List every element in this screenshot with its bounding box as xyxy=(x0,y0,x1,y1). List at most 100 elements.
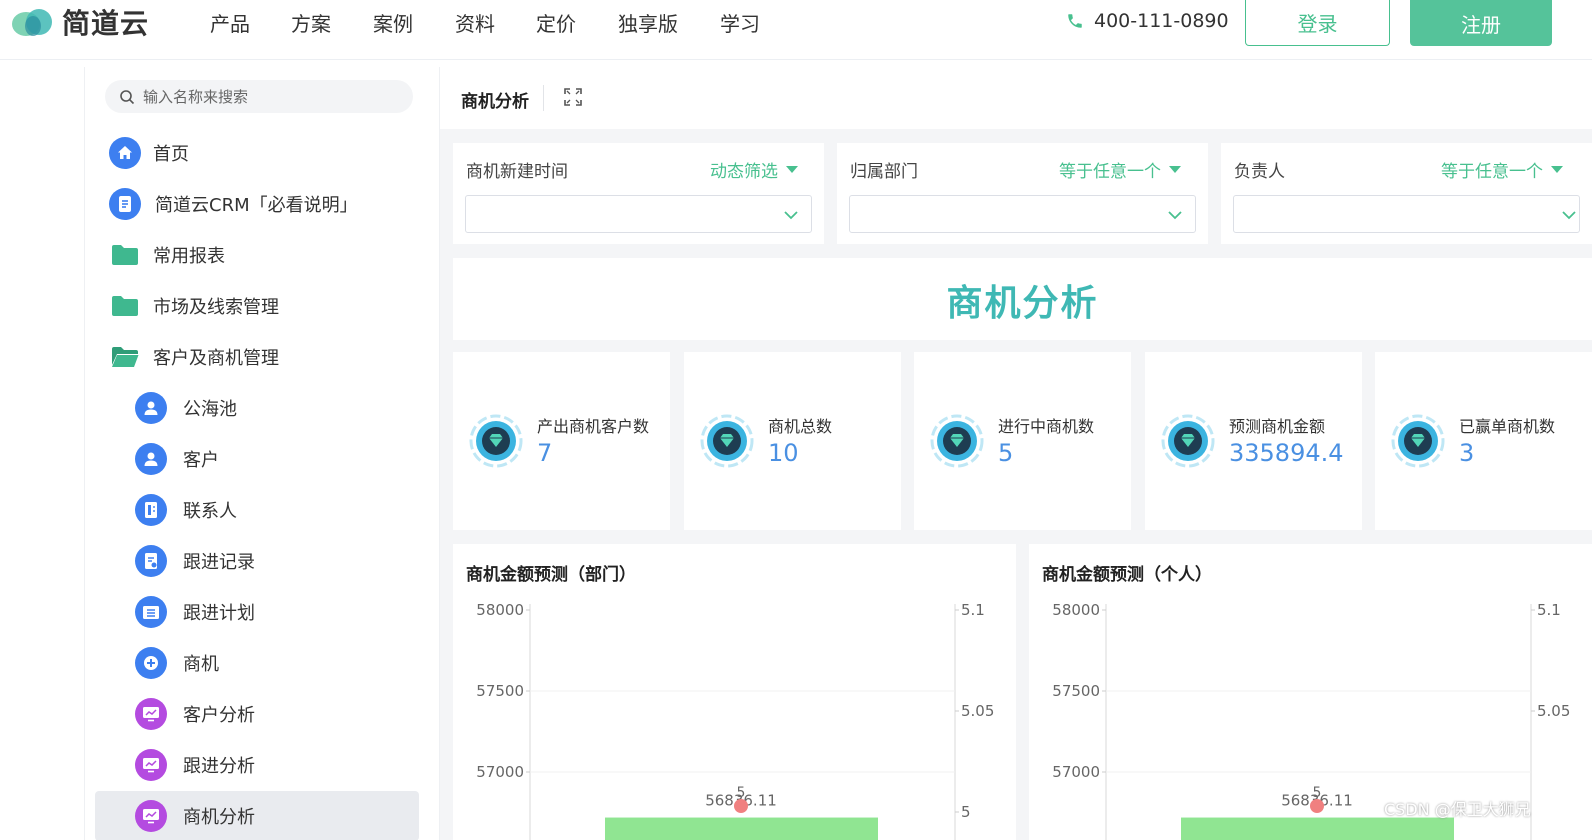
sidebar-item-contacts[interactable]: 联系人 xyxy=(85,488,441,532)
kpi-card: 已赢单商机数 3 xyxy=(1375,352,1592,530)
sidebar-item-home[interactable]: 首页 xyxy=(85,131,441,175)
kpi-value: 3 xyxy=(1459,439,1475,467)
folder-icon xyxy=(112,296,138,316)
chart-title: 商机金额预测（个人） xyxy=(1042,565,1212,585)
nav-exclusive[interactable]: 独享版 xyxy=(618,8,678,37)
nav-cases[interactable]: 案例 xyxy=(373,8,413,37)
diamond-icon xyxy=(469,414,523,468)
user-pool-icon xyxy=(135,392,167,424)
nav-learn[interactable]: 学习 xyxy=(720,8,760,37)
kpi-value: 10 xyxy=(768,439,799,467)
point-data-label: 5 xyxy=(737,785,746,801)
opportunity-icon xyxy=(135,647,167,679)
page-title: 商机分析 xyxy=(461,92,529,112)
user-icon xyxy=(135,443,167,475)
sidebar-item-label: 公海池 xyxy=(183,399,237,420)
phone-number: 400-111-0890 xyxy=(1094,10,1229,32)
caret-down-icon xyxy=(1551,166,1563,173)
kpi-label: 产出商机客户数 xyxy=(537,417,650,436)
sidebar-item-label: 简道云CRM「必看说明」 xyxy=(155,195,358,216)
brand-logo[interactable]: 简道云 xyxy=(10,4,149,40)
tick-label-left: 57000 xyxy=(476,763,524,781)
filter-label: 负责人 xyxy=(1234,162,1285,182)
kpi-card: 商机总数 10 xyxy=(684,352,901,530)
line-point xyxy=(734,799,748,813)
tick-label-right: 5.05 xyxy=(961,702,994,720)
sidebar-item-label: 商机分析 xyxy=(183,807,255,828)
sidebar-item-market-leads[interactable]: 市场及线索管理 xyxy=(85,284,441,328)
tick-label-left: 58000 xyxy=(1052,601,1100,619)
tick-label-left: 57000 xyxy=(1052,763,1100,781)
chart-icon xyxy=(135,698,167,730)
chevron-down-icon xyxy=(1562,211,1576,220)
banner-title: 商机分析 xyxy=(946,283,1099,324)
top-navbar: 简道云 产品 方案 案例 资料 定价 独享版 学习 400-111-0890 登… xyxy=(0,0,1592,60)
sidebar-item-crm-guide[interactable]: 简道云CRM「必看说明」 xyxy=(85,182,441,226)
header-divider xyxy=(543,85,544,111)
nav-product[interactable]: 产品 xyxy=(210,8,250,37)
sidebar-item-follow-records[interactable]: 跟进记录 xyxy=(85,539,441,583)
nav-resources[interactable]: 资料 xyxy=(455,8,495,37)
sidebar-item-follow-plan[interactable]: 跟进计划 xyxy=(85,590,441,634)
chevron-down-icon xyxy=(1168,211,1182,220)
register-button[interactable]: 注册 xyxy=(1410,0,1552,46)
sidebar-item-customer-opportunity[interactable]: 客户及商机管理 xyxy=(85,335,441,379)
login-button[interactable]: 登录 xyxy=(1245,0,1390,46)
filter-mode-label: 等于任意一个 xyxy=(1059,162,1161,182)
sidebar-item-opportunity-analysis[interactable]: 商机分析 xyxy=(95,791,419,840)
kpi-card: 进行中商机数 5 xyxy=(914,352,1131,530)
bar xyxy=(605,817,878,840)
sidebar-item-label: 联系人 xyxy=(183,501,237,522)
phone-icon xyxy=(1068,14,1082,28)
filter-mode-label: 动态筛选 xyxy=(710,162,778,182)
plan-icon xyxy=(135,596,167,628)
sidebar-item-follow-analysis[interactable]: 跟进分析 xyxy=(85,743,441,787)
sidebar-item-opportunity[interactable]: 商机 xyxy=(85,641,441,685)
folder-open-icon xyxy=(112,347,139,367)
sidebar-item-common-reports[interactable]: 常用报表 xyxy=(85,233,441,277)
diamond-icon xyxy=(1391,414,1445,468)
sidebar-item-label: 客户分析 xyxy=(183,705,255,726)
filter-mode-dropdown[interactable]: 等于任意一个 xyxy=(1059,157,1181,182)
brand-name: 简道云 xyxy=(62,7,150,40)
sidebar-item-label: 客户 xyxy=(183,450,219,471)
nav-pricing[interactable]: 定价 xyxy=(536,8,576,37)
document-icon xyxy=(109,188,141,220)
line-point xyxy=(1310,799,1324,813)
search-input[interactable] xyxy=(143,87,403,106)
kpi-value: 7 xyxy=(537,439,553,467)
nav-solution[interactable]: 方案 xyxy=(291,8,331,37)
sidebar-item-customer[interactable]: 客户 xyxy=(85,437,441,481)
sidebar-item-public-pool[interactable]: 公海池 xyxy=(85,386,441,430)
kpi-card: 预测商机金额 335894.4 xyxy=(1145,352,1362,530)
caret-down-icon xyxy=(786,166,798,173)
chart-icon xyxy=(135,800,167,832)
filter-select[interactable] xyxy=(1233,195,1580,233)
diamond-icon xyxy=(930,414,984,468)
folder-icon xyxy=(112,245,138,265)
sidebar-item-label: 常用报表 xyxy=(153,246,225,267)
tick-label-right: 5.05 xyxy=(1537,702,1570,720)
watermark: CSDN @保卫大狮兄 xyxy=(1384,800,1531,819)
search-icon xyxy=(120,89,135,104)
page-header: 商机分析 xyxy=(440,67,1592,129)
sidebar-item-label: 跟进计划 xyxy=(183,603,255,624)
tick-label-right: 5.1 xyxy=(1537,601,1561,619)
filter-mode-dropdown[interactable]: 动态筛选 xyxy=(710,157,798,182)
caret-down-icon xyxy=(1169,166,1181,173)
phone-contact[interactable]: 400-111-0890 xyxy=(1066,10,1229,32)
filter-label: 归属部门 xyxy=(850,162,918,182)
filter-mode-dropdown[interactable]: 等于任意一个 xyxy=(1441,157,1563,182)
kpi-card: 产出商机客户数 7 xyxy=(453,352,670,530)
filter-select[interactable] xyxy=(849,195,1196,233)
fullscreen-icon[interactable] xyxy=(564,88,582,106)
sidebar-search[interactable] xyxy=(105,80,413,113)
sidebar-item-label: 跟进分析 xyxy=(183,756,255,777)
filter-select[interactable] xyxy=(465,195,812,233)
sidebar-item-label: 商机 xyxy=(183,654,219,675)
main-content: 商机分析 商机新建时间 动态筛选 归属部门 等于任意一个 负责人 等于任意一个 … xyxy=(440,67,1592,840)
filter-mode-label: 等于任意一个 xyxy=(1441,162,1543,182)
chart-card-department: 商机金额预测（部门） 5800057500570005.15.05556836.… xyxy=(453,544,1016,840)
dashboard-banner: 商机分析 xyxy=(453,258,1592,340)
sidebar-item-customer-analysis[interactable]: 客户分析 xyxy=(85,692,441,736)
